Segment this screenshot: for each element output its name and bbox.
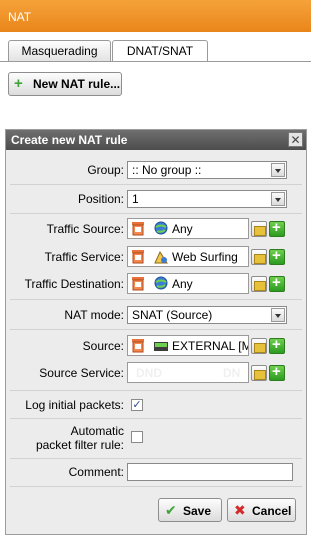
cancel-button[interactable]: ✖ Cancel — [227, 498, 296, 522]
comment-input[interactable] — [127, 463, 293, 481]
tab-masquerading[interactable]: Masquerading — [8, 40, 111, 61]
globe-network-icon — [154, 221, 168, 235]
divider — [10, 486, 302, 487]
tab-divider — [0, 61, 311, 62]
chevron-down-icon — [271, 163, 285, 177]
divider — [10, 213, 302, 214]
source-value: EXTERNAL [M — [172, 339, 249, 353]
drop-placeholder: DN — [223, 366, 241, 380]
source-service-label: Source Service: — [39, 366, 124, 380]
auto-filter-label-line1: Automatic — [70, 424, 124, 438]
folder-icon[interactable] — [251, 221, 267, 237]
position-label: Position: — [77, 192, 124, 206]
service-icon — [154, 250, 168, 264]
traffic-source-label: Traffic Source: — [46, 222, 124, 236]
traffic-service-label: Traffic Service: — [44, 250, 124, 264]
tab-dnat-snat[interactable]: DNAT/SNAT — [112, 40, 208, 62]
globe-network-icon — [154, 276, 168, 290]
add-icon[interactable] — [269, 247, 285, 265]
group-label: Group: — [87, 163, 124, 177]
source-field[interactable]: EXTERNAL [M — [127, 335, 249, 356]
nat-mode-label: NAT mode: — [64, 308, 124, 322]
group-select-value: :: No group :: — [132, 163, 202, 177]
trash-icon[interactable] — [131, 276, 145, 291]
checkmark-icon: ✔ — [165, 502, 177, 518]
folder-icon[interactable] — [251, 249, 267, 265]
traffic-destination-field[interactable]: Any — [127, 273, 249, 294]
divider — [10, 299, 302, 300]
cross-icon: ✖ — [234, 502, 246, 518]
source-label: Source: — [82, 339, 124, 353]
nat-mode-select[interactable]: SNAT (Source) — [127, 306, 287, 324]
traffic-destination-value: Any — [172, 277, 193, 291]
traffic-source-value: Any — [172, 222, 193, 236]
folder-icon[interactable] — [251, 365, 267, 381]
log-initial-label: Log initial packets: — [25, 398, 124, 412]
source-service-dropzone[interactable]: DND DN — [127, 362, 249, 383]
new-nat-rule-label: New NAT rule... — [33, 77, 121, 91]
divider — [10, 418, 302, 419]
comment-label: Comment: — [68, 465, 124, 479]
cancel-label: Cancel — [252, 504, 292, 518]
chevron-down-icon — [271, 308, 285, 322]
trash-icon[interactable] — [131, 338, 145, 353]
auto-filter-label-line2: packet filter rule: — [35, 438, 124, 452]
dialog-title: Create new NAT rule — [11, 133, 128, 147]
group-select[interactable]: :: No group :: — [127, 161, 287, 179]
position-select-value: 1 — [132, 192, 139, 206]
add-icon[interactable] — [269, 274, 285, 292]
traffic-service-value: Web Surfing — [172, 250, 238, 264]
trash-icon[interactable] — [131, 249, 145, 264]
close-icon[interactable]: ✕ — [288, 132, 303, 147]
log-initial-checkbox[interactable]: ✓ — [131, 399, 143, 411]
new-nat-rule-button[interactable]: + New NAT rule... — [8, 72, 122, 96]
auto-filter-checkbox[interactable] — [131, 431, 143, 443]
add-icon[interactable] — [269, 219, 285, 237]
folder-icon[interactable] — [251, 338, 267, 354]
add-icon[interactable] — [269, 336, 285, 354]
traffic-service-field[interactable]: Web Surfing — [127, 246, 249, 267]
add-icon[interactable] — [269, 363, 285, 381]
save-label: Save — [183, 504, 212, 518]
drop-placeholder: DND — [136, 366, 162, 380]
network-interface-icon — [154, 342, 168, 351]
page-title: NAT — [8, 10, 32, 24]
chevron-down-icon — [271, 192, 285, 206]
page-header: NAT — [0, 0, 311, 32]
traffic-destination-label: Traffic Destination: — [24, 277, 124, 291]
divider — [10, 184, 302, 185]
dialog-header: Create new NAT rule ✕ — [6, 130, 306, 150]
trash-icon[interactable] — [131, 221, 145, 236]
divider — [10, 390, 302, 391]
folder-icon[interactable] — [251, 276, 267, 292]
position-select[interactable]: 1 — [127, 190, 287, 208]
save-button[interactable]: ✔ Save — [158, 498, 222, 522]
divider — [10, 329, 302, 330]
plus-icon: + — [14, 75, 23, 92]
nat-mode-select-value: SNAT (Source) — [132, 308, 213, 322]
divider — [10, 458, 302, 459]
traffic-source-field[interactable]: Any — [127, 218, 249, 239]
create-nat-rule-dialog: Create new NAT rule ✕ Group: :: No group… — [5, 129, 307, 535]
